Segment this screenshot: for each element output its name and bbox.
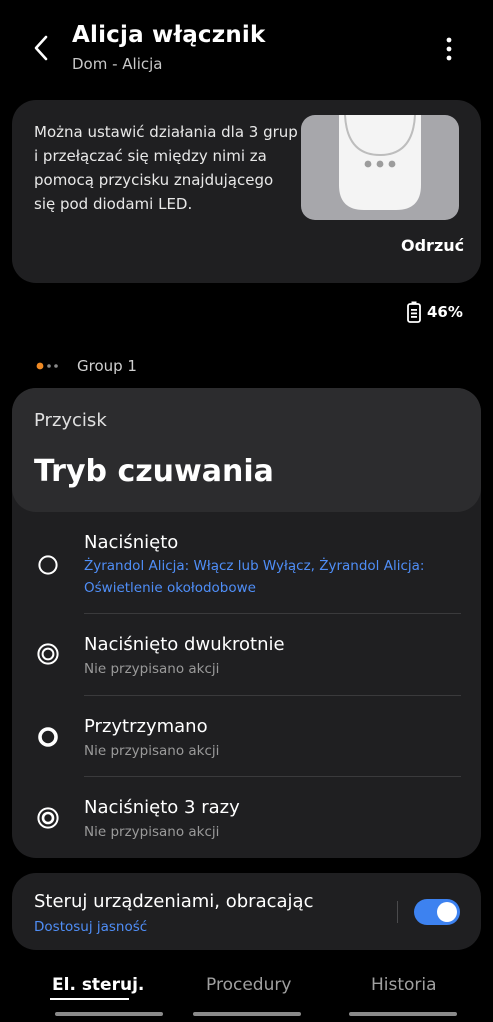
back-arrow-icon[interactable] (30, 34, 54, 62)
button-status-header: Przycisk Tryb czuwania (12, 388, 481, 512)
device-illustration (301, 115, 459, 220)
action-name: Naciśnięto (84, 532, 179, 553)
info-text: Można ustawić działania dla 3 grup i prz… (34, 123, 298, 213)
battery-indicator: 46% (407, 301, 463, 323)
triple-press-icon (37, 807, 59, 829)
group-label: Group 1 (77, 357, 137, 375)
action-row-hold[interactable]: Przytrzymano Nie przypisano akcji (12, 696, 481, 776)
gesture-bar (193, 1012, 301, 1016)
action-name: Przytrzymano (84, 716, 208, 737)
tab-controls[interactable]: El. steruj. (52, 975, 144, 995)
group-indicator[interactable]: Group 1 (36, 355, 137, 377)
info-card: Można ustawić działania dla 3 grup i prz… (12, 100, 481, 283)
button-label: Przycisk (34, 410, 107, 431)
action-detail: Nie przypisano akcji (84, 743, 220, 759)
top-bar: Alicja włącznik Dom - Alicja (0, 0, 493, 90)
action-detail: Żyrandol Alicja: Włącz lub Wyłącz, Żyran… (84, 558, 425, 596)
action-row-single-press[interactable]: Naciśnięto Żyrandol Alicja: Włącz lub Wy… (12, 512, 481, 612)
action-detail: Nie przypisano akcji (84, 824, 220, 840)
button-mode: Tryb czuwania (34, 454, 274, 489)
bottom-tab-bar: El. steruj. Procedury Historia (0, 970, 493, 1022)
single-press-icon (38, 555, 58, 575)
toggle-knob (437, 902, 457, 922)
rotate-control-title: Steruj urządzeniami, obracając (34, 891, 314, 912)
action-row-double-press[interactable]: Naciśnięto dwukrotnie Nie przypisano akc… (12, 614, 481, 694)
group-page-dots-icon (36, 362, 58, 370)
page-title: Alicja włącznik (72, 22, 266, 48)
gesture-bar (55, 1012, 163, 1016)
action-detail: Nie przypisano akcji (84, 661, 220, 677)
gesture-bar (349, 1012, 457, 1016)
double-press-icon (37, 643, 59, 665)
hold-icon (38, 727, 58, 747)
rotate-control-toggle[interactable] (414, 899, 460, 925)
tab-routines[interactable]: Procedury (206, 975, 291, 995)
action-name: Naciśnięto dwukrotnie (84, 634, 285, 655)
action-row-triple-press[interactable]: Naciśnięto 3 razy Nie przypisano akcji (12, 777, 481, 857)
active-tab-indicator (50, 998, 129, 1000)
battery-percent: 46% (427, 303, 463, 321)
page-subtitle: Dom - Alicja (72, 55, 163, 73)
switch-device-icon (339, 115, 421, 210)
action-name: Naciśnięto 3 razy (84, 797, 240, 818)
battery-icon (407, 301, 421, 323)
button-card: Przycisk Tryb czuwania Naciśnięto Żyrand… (12, 388, 481, 858)
rotate-control-card[interactable]: Steruj urządzeniami, obracając Dostosuj … (12, 873, 481, 950)
tab-history[interactable]: Historia (371, 975, 437, 995)
adjust-brightness-link[interactable]: Dostosuj jasność (34, 919, 147, 935)
more-options-icon[interactable] (438, 36, 460, 62)
dismiss-button[interactable]: Odrzuć (401, 236, 464, 255)
vertical-divider (397, 901, 398, 923)
